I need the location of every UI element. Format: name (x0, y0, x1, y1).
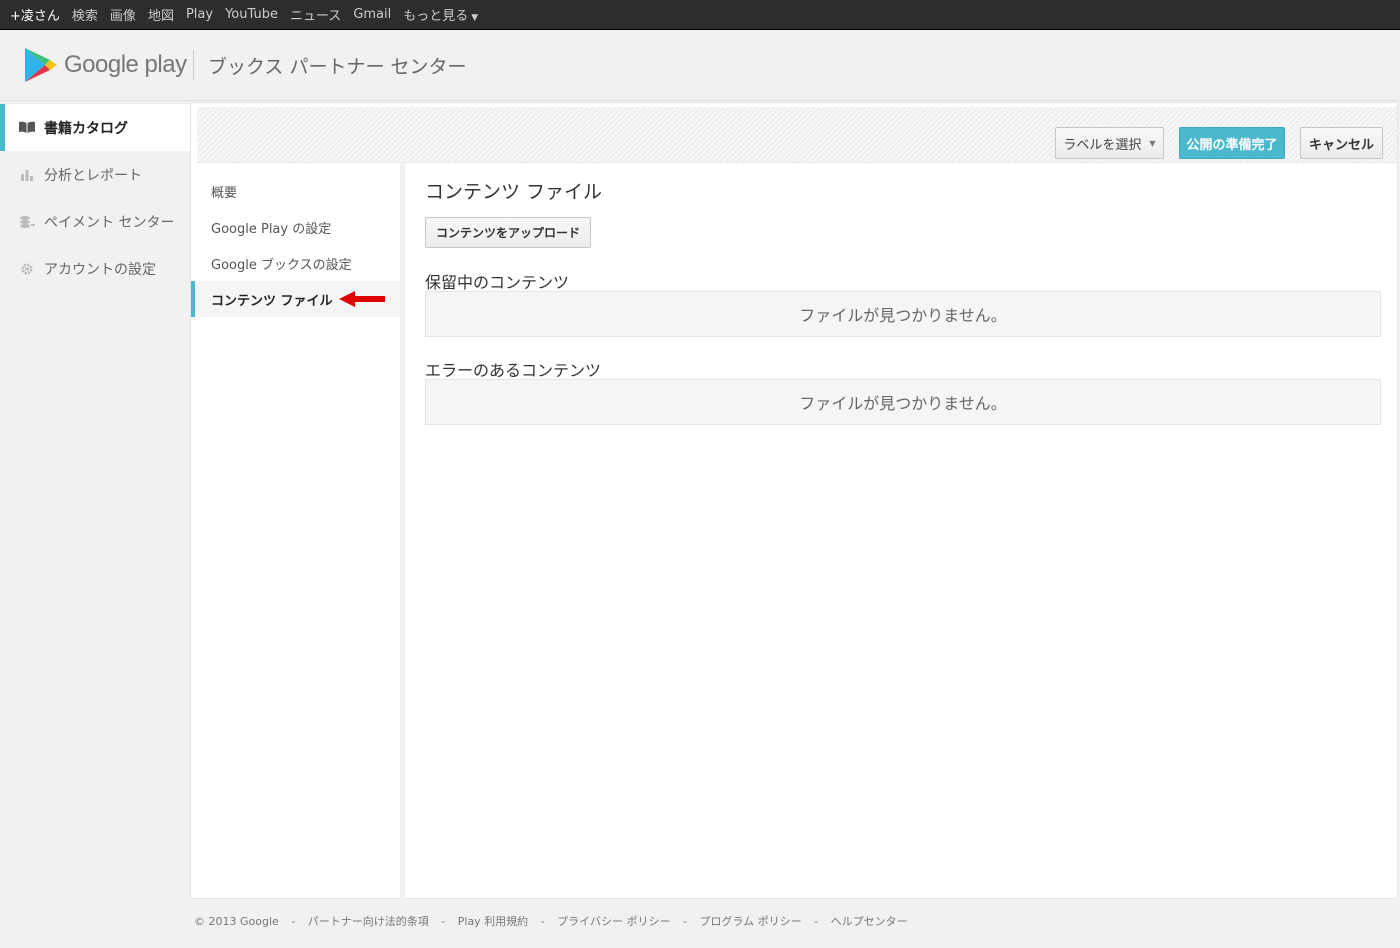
tab-content-files-label: コンテンツ ファイル (211, 293, 333, 309)
page-header: Google play ブックス パートナー センター (0, 30, 1400, 101)
google-play-logo-text[interactable]: Google play (64, 51, 187, 79)
topbar-link-images[interactable]: 画像 (110, 5, 136, 24)
empty-state-text: ファイルが見つかりません。 (799, 394, 1007, 413)
footer-separator: - (291, 915, 296, 928)
select-label-dropdown[interactable]: ラベルを選択 ▼ (1055, 127, 1164, 159)
sidebar-item-label: 分析とレポート (44, 167, 142, 184)
ready-to-publish-button[interactable]: 公開の準備完了 (1179, 127, 1285, 159)
action-toolbar: ラベルを選択 ▼ 公開の準備完了 キャンセル (197, 107, 1397, 163)
topbar-link-profile[interactable]: +凌さん (10, 5, 60, 24)
section-title: コンテンツ ファイル (425, 181, 603, 203)
topbar-more-label: もっと見る (403, 9, 469, 24)
page-title: ブックス パートナー センター (208, 56, 467, 78)
footer-link-play-terms[interactable]: Play 利用規約 (458, 915, 528, 928)
empty-state-text: ファイルが見つかりません。 (799, 306, 1007, 325)
book-icon (18, 121, 36, 135)
footer-separator: - (814, 915, 819, 928)
topbar-link-news[interactable]: ニュース (290, 5, 341, 24)
coins-icon (18, 215, 36, 229)
sidebar-item-payment-center[interactable]: ペイメント センター (0, 198, 190, 245)
upload-content-button[interactable]: コンテンツをアップロード (425, 217, 591, 248)
tab-overview[interactable]: 概要 (191, 173, 400, 209)
page-footer: © 2013 Google - パートナー向け法的条項 - Play 利用規約 … (194, 913, 908, 929)
footer-link-privacy-policy[interactable]: プライバシー ポリシー (557, 915, 670, 928)
sidebar-item-label: 書籍カタログ (44, 120, 128, 137)
cancel-button[interactable]: キャンセル (1300, 127, 1383, 159)
book-section-nav: 概要 Google Play の設定 Google ブックスの設定 コンテンツ … (191, 161, 405, 899)
main-panel: ラベルを選択 ▼ 公開の準備完了 キャンセル 概要 Google Play の設定… (190, 102, 1398, 899)
tab-google-books-settings[interactable]: Google ブックスの設定 (191, 245, 400, 281)
tab-google-play-settings[interactable]: Google Play の設定 (191, 209, 400, 245)
bar-chart-icon (18, 168, 36, 182)
pending-content-heading: 保留中のコンテンツ (425, 273, 570, 292)
sidebar-item-book-catalog[interactable]: 書籍カタログ (0, 104, 190, 151)
topbar-link-maps[interactable]: 地図 (148, 5, 174, 24)
topbar-more-menu[interactable]: もっと見る ▼ (403, 5, 478, 24)
google-play-logo-icon[interactable] (24, 47, 58, 83)
red-arrow-annotation-icon (338, 291, 385, 307)
footer-link-program-policy[interactable]: プログラム ポリシー (699, 915, 801, 928)
error-content-heading: エラーのあるコンテンツ (425, 361, 602, 380)
sidebar-item-account-settings[interactable]: アカウントの設定 (0, 245, 190, 292)
header-divider (193, 50, 194, 80)
tab-content-files[interactable]: コンテンツ ファイル (191, 281, 400, 317)
footer-link-partner-terms[interactable]: パートナー向け法的条項 (308, 915, 429, 928)
sidebar-item-label: アカウントの設定 (44, 261, 156, 278)
sidebar-item-label: ペイメント センター (44, 214, 175, 231)
pending-content-empty-state: ファイルが見つかりません。 (425, 291, 1381, 337)
error-content-empty-state: ファイルが見つかりません。 (425, 379, 1381, 425)
footer-copyright: © 2013 Google (194, 915, 279, 928)
caret-down-icon: ▼ (1149, 138, 1156, 148)
footer-separator: - (441, 915, 446, 928)
gear-icon (18, 262, 36, 276)
select-label-text: ラベルを選択 (1063, 137, 1142, 153)
topbar-link-youtube[interactable]: YouTube (225, 7, 278, 22)
topbar-link-play[interactable]: Play (186, 7, 213, 22)
footer-separator: - (682, 915, 687, 928)
main-sidebar: 書籍カタログ 分析とレポート ペイメント センター アカウントの設定 (0, 104, 190, 292)
footer-link-help-center[interactable]: ヘルプセンター (831, 915, 908, 928)
footer-separator: - (540, 915, 545, 928)
sidebar-item-analytics[interactable]: 分析とレポート (0, 151, 190, 198)
topbar-link-gmail[interactable]: Gmail (353, 7, 391, 22)
caret-down-icon: ▼ (471, 13, 479, 23)
google-bar: +凌さん 検索 画像 地図 Play YouTube ニュース Gmail もっ… (0, 0, 1400, 30)
topbar-link-search[interactable]: 検索 (72, 5, 98, 24)
